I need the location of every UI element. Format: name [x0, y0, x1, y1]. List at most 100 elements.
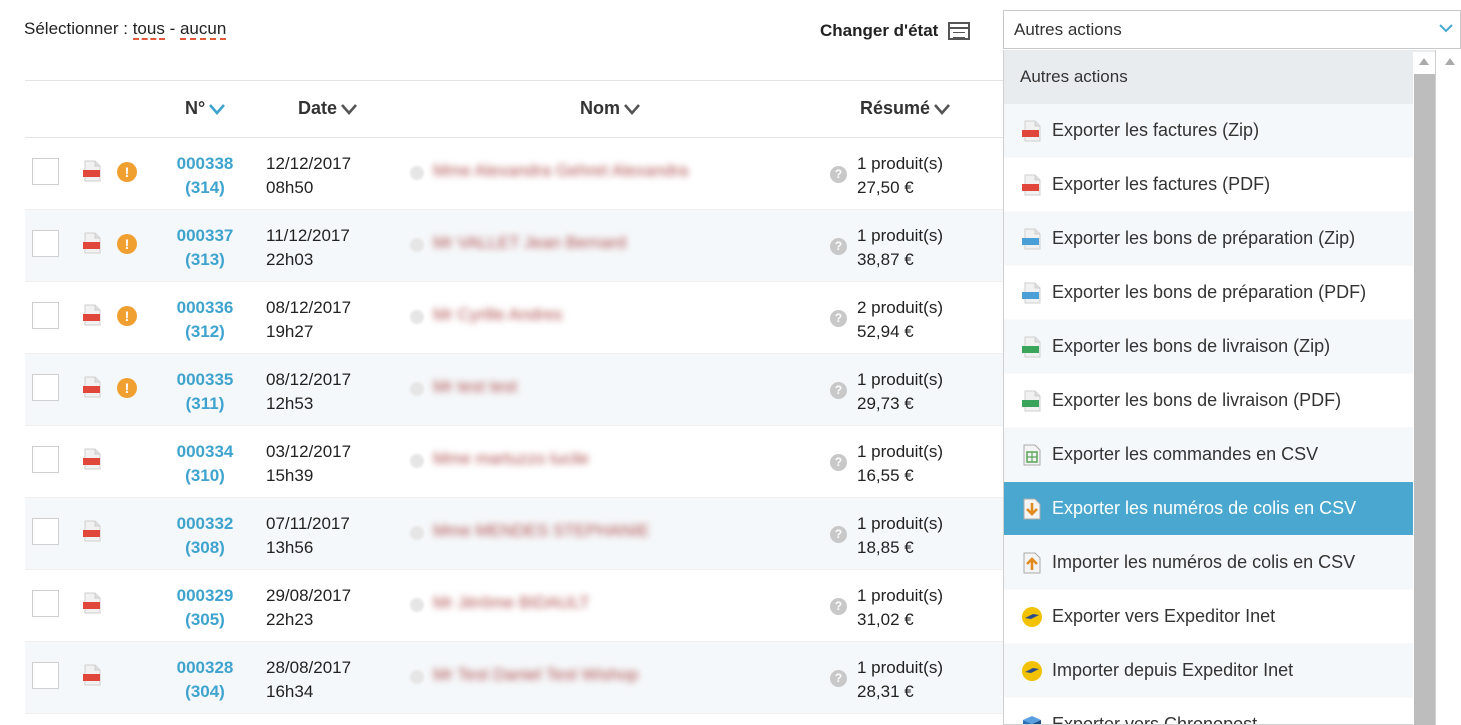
- help-icon[interactable]: ?: [830, 454, 847, 471]
- other-actions-select[interactable]: Autres actions: [1003, 10, 1461, 49]
- row-checkbox[interactable]: [32, 158, 59, 185]
- dropdown-item[interactable]: Exporter les factures (Zip): [1004, 104, 1435, 158]
- warning-icon: !: [117, 378, 137, 398]
- select-none-link[interactable]: aucun: [179, 19, 227, 40]
- order-sub-number[interactable]: (312): [165, 320, 245, 344]
- order-number[interactable]: 000337: [165, 224, 245, 248]
- customer-name-blurred[interactable]: Mme MENDES STEPHANIE: [433, 521, 649, 541]
- order-number[interactable]: 000336: [165, 296, 245, 320]
- change-state-button[interactable]: Changer d'état: [820, 21, 971, 41]
- laposte-logo-icon: [1020, 659, 1044, 683]
- order-sub-number[interactable]: (304): [165, 680, 245, 704]
- column-header-name[interactable]: Nom: [580, 98, 641, 119]
- order-sub-number[interactable]: (308): [165, 536, 245, 560]
- order-number-link[interactable]: 000337 (313): [165, 224, 245, 272]
- customer-name-blurred[interactable]: Mr Cyrille Andres: [433, 305, 562, 325]
- page-scroll-up-arrow-icon[interactable]: [1444, 56, 1456, 66]
- order-number-link[interactable]: 000335 (311): [165, 368, 245, 416]
- customer-status-dot: [410, 526, 424, 540]
- help-icon[interactable]: ?: [830, 238, 847, 255]
- order-sub-number[interactable]: (305): [165, 608, 245, 632]
- order-number-link[interactable]: 000338 (314): [165, 152, 245, 200]
- dropdown-item[interactable]: Exporter les bons de préparation (Zip): [1004, 212, 1435, 266]
- dropdown-item-label: Exporter les bons de livraison (PDF): [1052, 390, 1342, 410]
- dropdown-item[interactable]: Importer les numéros de colis en CSV: [1004, 536, 1435, 590]
- customer-name-blurred[interactable]: Mr test test: [433, 377, 517, 397]
- row-checkbox[interactable]: [32, 302, 59, 329]
- order-number[interactable]: 000332: [165, 512, 245, 536]
- dropdown-item[interactable]: Exporter les factures (PDF): [1004, 158, 1435, 212]
- row-checkbox[interactable]: [32, 662, 59, 689]
- dropdown-item[interactable]: Exporter vers Expeditor Inet: [1004, 590, 1435, 644]
- order-number-link[interactable]: 000336 (312): [165, 296, 245, 344]
- order-sub-number[interactable]: (313): [165, 248, 245, 272]
- row-checkbox[interactable]: [32, 374, 59, 401]
- row-checkbox[interactable]: [32, 230, 59, 257]
- dropdown-item-label: Exporter les numéros de colis en CSV: [1052, 498, 1357, 518]
- row-checkbox[interactable]: [32, 518, 59, 545]
- pdf-invoice-icon[interactable]: [82, 664, 102, 686]
- dropdown-item[interactable]: Exporter les numéros de colis en CSV: [1004, 482, 1435, 536]
- help-icon[interactable]: ?: [830, 382, 847, 399]
- pdf-invoice-icon[interactable]: [82, 448, 102, 470]
- help-icon[interactable]: ?: [830, 166, 847, 183]
- pdf-invoice-icon[interactable]: [82, 592, 102, 614]
- table-row[interactable]: 000329 (305) 29/08/2017 22h23 Mr Jérôme BIDA…: [25, 570, 1005, 642]
- order-sub-number[interactable]: (310): [165, 464, 245, 488]
- order-number[interactable]: 000335: [165, 368, 245, 392]
- customer-name-blurred[interactable]: Mr Test Daniel Test Wishop: [433, 665, 638, 685]
- dropdown-item-label: Importer les numéros de colis en CSV: [1052, 552, 1356, 572]
- scroll-up-arrow-icon[interactable]: [1418, 56, 1430, 66]
- customer-name-blurred[interactable]: Mme martuzzo lucile: [433, 449, 589, 469]
- row-checkbox[interactable]: [32, 590, 59, 617]
- select-all-link[interactable]: tous: [132, 19, 165, 40]
- table-row[interactable]: ! 000335 (311) 08/12/2017 12h53 Mr test test?…: [25, 354, 1005, 426]
- order-date-day: 29/08/2017: [266, 586, 352, 605]
- order-date: 12/12/2017 08h50: [266, 152, 351, 200]
- customer-name-blurred[interactable]: Mr VALLET Jean Bernard: [433, 233, 626, 253]
- table-row[interactable]: ! 000337 (313) 11/12/2017 22h03 Mr VALLET Jea…: [25, 210, 1005, 282]
- order-number-link[interactable]: 000332 (308): [165, 512, 245, 560]
- pdf-invoice-icon[interactable]: [82, 304, 102, 326]
- table-row[interactable]: 000328 (304) 28/08/2017 16h34 Mr Test Daniel…: [25, 642, 1005, 714]
- page-scrollbar[interactable]: [1440, 52, 1461, 725]
- order-number[interactable]: 000334: [165, 440, 245, 464]
- row-checkbox[interactable]: [32, 446, 59, 473]
- order-number-link[interactable]: 000329 (305): [165, 584, 245, 632]
- pdf-invoice-icon[interactable]: [82, 160, 102, 182]
- order-sub-number[interactable]: (311): [165, 392, 245, 416]
- pdf-invoice-icon[interactable]: [82, 376, 102, 398]
- table-row[interactable]: ! 000336 (312) 08/12/2017 19h27 Mr Cyrille An…: [25, 282, 1005, 354]
- dropdown-scroll-thumb[interactable]: [1414, 74, 1435, 725]
- dropdown-item[interactable]: Exporter vers Chronopost: [1004, 698, 1435, 724]
- table-row[interactable]: 000332 (308) 07/11/2017 13h56 Mme MENDES STE…: [25, 498, 1005, 570]
- csv-import-icon: [1020, 551, 1044, 575]
- help-icon[interactable]: ?: [830, 670, 847, 687]
- order-number[interactable]: 000329: [165, 584, 245, 608]
- order-number-link[interactable]: 000328 (304): [165, 656, 245, 704]
- help-icon[interactable]: ?: [830, 526, 847, 543]
- dropdown-item-label: Importer depuis Expeditor Inet: [1052, 660, 1294, 680]
- order-number-link[interactable]: 000334 (310): [165, 440, 245, 488]
- table-row[interactable]: 000334 (310) 03/12/2017 15h39 Mme martuzzo l…: [25, 426, 1005, 498]
- table-body: ! 000338 (314) 12/12/2017 08h50 Mme Alexandra…: [25, 138, 1005, 714]
- order-number[interactable]: 000328: [165, 656, 245, 680]
- dropdown-item[interactable]: Exporter les bons de livraison (PDF): [1004, 374, 1435, 428]
- column-header-date[interactable]: Date: [298, 98, 358, 119]
- customer-name-blurred[interactable]: Mr Jérôme BIDAULT: [433, 593, 590, 613]
- pdf-invoice-icon[interactable]: [82, 232, 102, 254]
- column-header-summary[interactable]: Résumé: [860, 98, 951, 119]
- order-sub-number[interactable]: (314): [165, 176, 245, 200]
- pdf-invoice-icon[interactable]: [82, 520, 102, 542]
- order-number[interactable]: 000338: [165, 152, 245, 176]
- help-icon[interactable]: ?: [830, 598, 847, 615]
- dropdown-item[interactable]: Exporter les bons de livraison (Zip): [1004, 320, 1435, 374]
- table-row[interactable]: ! 000338 (314) 12/12/2017 08h50 Mme Alexandra…: [25, 138, 1005, 210]
- dropdown-item[interactable]: Exporter les bons de préparation (PDF): [1004, 266, 1435, 320]
- dropdown-item[interactable]: Exporter les commandes en CSV: [1004, 428, 1435, 482]
- customer-name-blurred[interactable]: Mme Alexandra Gehret Alexandra: [433, 161, 688, 181]
- help-icon[interactable]: ?: [830, 310, 847, 327]
- order-summary: 1 produit(s) 31,02 €: [857, 584, 943, 632]
- column-header-number[interactable]: N°: [185, 98, 226, 119]
- dropdown-item[interactable]: Importer depuis Expeditor Inet: [1004, 644, 1435, 698]
